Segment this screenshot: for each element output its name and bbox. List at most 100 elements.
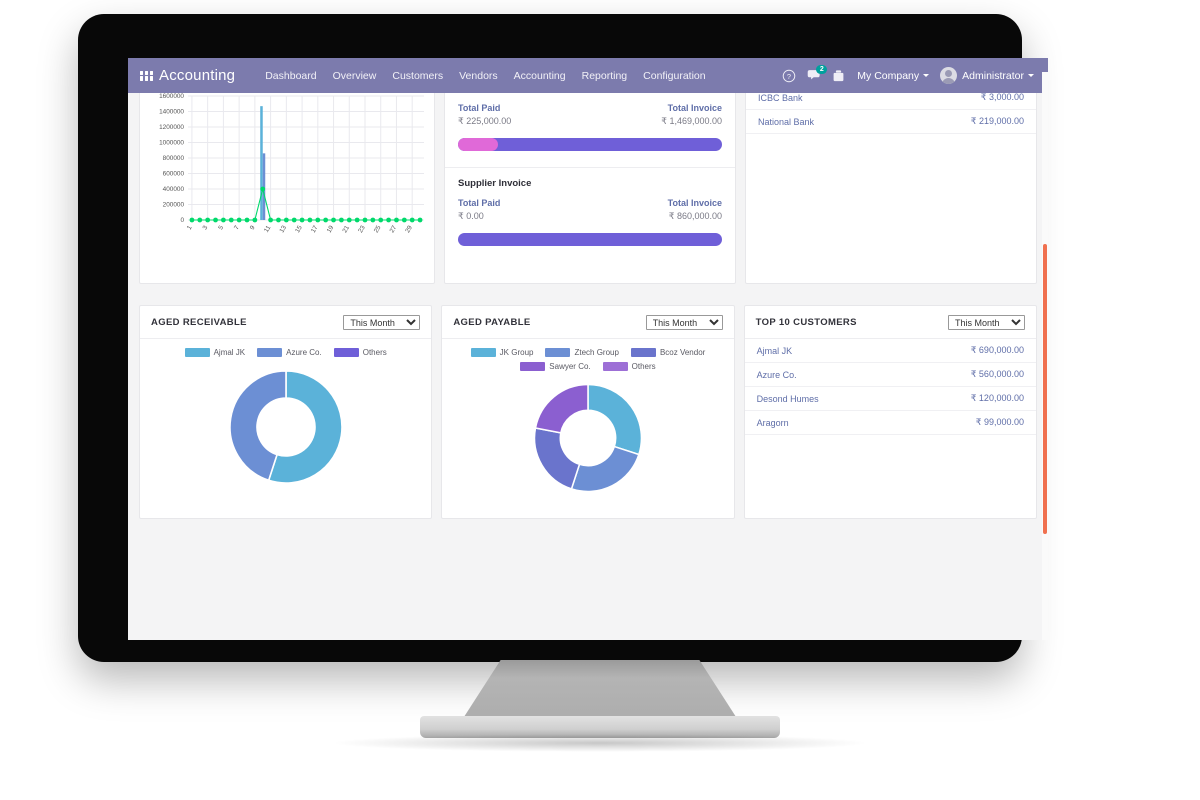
svg-text:17: 17: [310, 224, 320, 234]
supplier-invoice-progress[interactable]: [458, 233, 722, 246]
company-switcher[interactable]: My Company: [857, 69, 930, 82]
user-menu[interactable]: Administrator: [940, 67, 1034, 84]
table-row[interactable]: Azure Co. ₹ 560,000.00: [744, 363, 1036, 387]
monitor-stand-neck: [462, 660, 738, 720]
legend-swatch: [630, 348, 656, 357]
menu-item-accounting[interactable]: Accounting: [506, 66, 574, 86]
top-customers-header: TOP 10 CUSTOMERS This Month Last Month T…: [744, 306, 1036, 339]
navbar-right-tools: ? 2 My Company Administrator: [782, 64, 1040, 84]
svg-text:27: 27: [389, 224, 399, 234]
top-customers-period-select[interactable]: This Month Last Month This Quarter This …: [947, 315, 1025, 330]
question-circle-icon[interactable]: ?: [782, 69, 796, 83]
page-title: TOP 10 CUSTOMERS: [755, 317, 857, 328]
apps-grid-icon[interactable]: [140, 70, 153, 81]
monitor-shadow: [330, 734, 870, 752]
user-name-label: Administrator: [962, 69, 1024, 82]
svg-text:200000: 200000: [163, 202, 185, 209]
vertical-scrollbar-thumb[interactable]: [1043, 244, 1047, 534]
legend-label: Sawyer Co.: [549, 362, 591, 371]
svg-text:15: 15: [294, 224, 304, 234]
company-name-label: My Company: [857, 69, 920, 82]
legend-label: Ajmal JK: [213, 348, 246, 357]
bank-name[interactable]: National Bank: [758, 117, 814, 127]
legend-label: Ztech Group: [574, 348, 619, 357]
supplier-total-invoice-label: Total Invoice: [667, 198, 722, 208]
svg-text:29: 29: [404, 224, 414, 234]
chat-bubble-icon[interactable]: 2: [807, 64, 828, 83]
table-row[interactable]: Aragorn ₹ 99,000.00: [744, 411, 1036, 435]
supplier-total-invoice-value: ₹ 860,000.00: [668, 211, 722, 221]
menu-item-overview[interactable]: Overview: [325, 66, 385, 86]
svg-text:21: 21: [341, 224, 351, 234]
menu-item-customers[interactable]: Customers: [384, 66, 451, 86]
menu-item-dashboard[interactable]: Dashboard: [257, 66, 324, 86]
supplier-invoice-title: Supplier Invoice: [458, 178, 532, 189]
aged-payable-period-select[interactable]: This Month Last Month This Quarter This …: [645, 315, 723, 330]
customer-invoice-progress[interactable]: [458, 138, 722, 151]
customer-name[interactable]: Ajmal JK: [757, 346, 793, 356]
legend-swatch: [333, 348, 359, 357]
aged-payable-legend: JK Group Ztech Group Bcoz Vendor Sawyer …: [442, 339, 733, 371]
customer-amount: ₹ 690,000.00: [970, 345, 1024, 355]
legend-label: JK Group: [499, 348, 534, 357]
table-row[interactable]: National Bank ₹ 219,000.00: [746, 110, 1036, 134]
app-brand-title[interactable]: Accounting: [159, 67, 235, 84]
legend-item-azure-co: Azure Co.: [257, 348, 322, 357]
supplier-total-paid-value: ₹ 0.00: [458, 211, 484, 221]
customer-amount: ₹ 560,000.00: [970, 369, 1024, 379]
legend-item-ztech-group: Ztech Group: [545, 348, 619, 357]
legend-swatch: [545, 348, 571, 357]
svg-text:1: 1: [186, 224, 194, 231]
customer-name[interactable]: Aragorn: [757, 418, 789, 428]
legend-item-jk-group: JK Group: [470, 348, 534, 357]
customer-amount: ₹ 120,000.00: [970, 393, 1024, 403]
customer-total-invoice-label: Total Invoice: [667, 103, 722, 113]
supplier-invoice-values: ₹ 0.00 ₹ 860,000.00: [458, 211, 722, 222]
dashboard-row-bottom: AGED RECEIVABLE This Month Last Month Th…: [128, 305, 1048, 519]
customer-name[interactable]: Desond Humes: [757, 394, 819, 404]
svg-text:19: 19: [326, 224, 336, 234]
legend-swatch: [470, 348, 496, 357]
customer-name[interactable]: Azure Co.: [757, 370, 797, 380]
top-customers-card: TOP 10 CUSTOMERS This Month Last Month T…: [743, 305, 1037, 519]
svg-text:?: ?: [787, 71, 791, 80]
dashboard-content: Income Expense Profit/Loss 0200000400000…: [128, 72, 1048, 640]
svg-text:1400000: 1400000: [159, 109, 184, 116]
svg-text:1000000: 1000000: [159, 140, 184, 147]
income-expense-chart-card: Income Expense Profit/Loss 0200000400000…: [139, 72, 435, 284]
menu-item-vendors[interactable]: Vendors: [451, 66, 506, 86]
bank-balances-card: Bank ₹ 9,000.00 ICBC Bank ₹ 3,000.00 Nat…: [745, 72, 1037, 284]
svg-text:13: 13: [278, 224, 288, 234]
bank-name[interactable]: ICBC Bank: [758, 93, 803, 103]
menu-item-configuration[interactable]: Configuration: [635, 66, 713, 86]
svg-text:1600000: 1600000: [159, 93, 184, 100]
svg-text:11: 11: [263, 224, 273, 234]
dashboard-row-top: Income Expense Profit/Loss 0200000400000…: [128, 72, 1048, 284]
aged-receivable-period-select[interactable]: This Month Last Month This Quarter This …: [343, 315, 421, 330]
svg-text:600000: 600000: [163, 171, 185, 178]
svg-text:0: 0: [180, 217, 184, 224]
avatar: [940, 67, 958, 84]
menu-item-reporting[interactable]: Reporting: [574, 66, 636, 86]
top-customers-list: Ajmal JK ₹ 690,000.00 Azure Co. ₹ 560,00…: [744, 339, 1036, 435]
legend-swatch: [184, 348, 210, 357]
chevron-down-icon: [923, 74, 930, 78]
aged-receivable-header: AGED RECEIVABLE This Month Last Month Th…: [140, 306, 432, 339]
svg-text:3: 3: [202, 224, 210, 231]
bank-amount: ₹ 3,000.00: [980, 92, 1024, 102]
activity-clock-icon[interactable]: [832, 69, 846, 83]
page-title: AGED PAYABLE: [453, 317, 531, 328]
aged-payable-donut-svg: [533, 383, 643, 493]
table-row[interactable]: Ajmal JK ₹ 690,000.00: [744, 339, 1036, 363]
legend-item-others: Others: [602, 362, 656, 371]
table-row[interactable]: Desond Humes ₹ 120,000.00: [744, 387, 1036, 411]
customer-invoice-labels: Total Paid Total Invoice: [458, 103, 722, 113]
messages-count-badge: 2: [816, 64, 828, 74]
aged-receivable-donut: [140, 357, 431, 493]
supplier-invoice-block: Supplier Invoice Total Paid Total Invoic…: [445, 168, 735, 250]
customer-total-paid-label: Total Paid: [458, 103, 501, 113]
legend-swatch: [257, 348, 283, 357]
svg-text:800000: 800000: [163, 155, 185, 162]
chevron-down-icon: [1028, 74, 1034, 77]
customer-invoice-progress-fill: [458, 138, 499, 151]
